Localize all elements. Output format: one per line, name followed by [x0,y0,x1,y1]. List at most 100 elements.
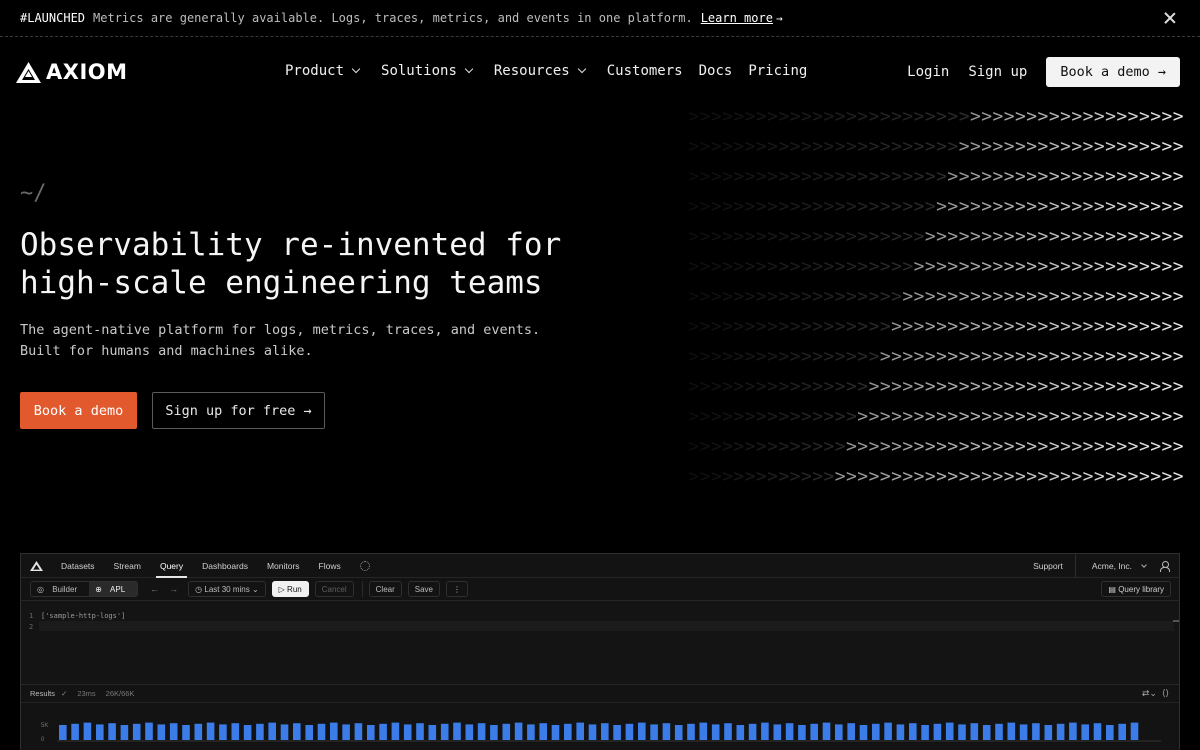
query-toolbar: ◎ Builder ⊕ APL ← → ◷ Last 30 mins ⌄ ▷ R… [21,578,1179,601]
histogram-bar [638,722,646,740]
current-line-highlight [39,621,1174,631]
hero-prompt: ~/ [20,181,47,206]
sign-up-free-button[interactable]: Sign up for free → [152,392,325,429]
nav-item-solutions[interactable]: Solutions [381,63,478,79]
editor-scrollbar[interactable] [1173,620,1179,622]
histogram-bar [995,723,1003,740]
query-editor[interactable]: 1 ['sample-http-logs'] 2 [21,602,1179,684]
app-tab-datasets[interactable]: Datasets [61,554,95,578]
chevron-row: >>>>>>>>>>>>>>>>>>>>>>>>>>>>>>>>>>>>>>>>… [688,196,1184,217]
histogram-bar [736,725,745,740]
hero-subtitle: The agent-native platform for logs, metr… [20,320,540,362]
results-count: 26K/66K [105,689,135,698]
cancel-button[interactable]: Cancel [314,581,354,597]
support-link[interactable]: Support [1033,554,1076,578]
histogram-bar [403,724,412,740]
histogram-bar [748,723,757,740]
apl-mode[interactable]: ⊕ APL [89,582,138,596]
close-icon[interactable] [1162,10,1178,26]
chevron-row: >>>>>>>>>>>>>>>>>>>>>>>>>>>>>>>>>>>>>>>>… [688,406,1184,427]
book-demo-nav-button[interactable]: Book a demo → [1046,57,1180,87]
results-chart: 5K 0 [21,702,1179,750]
histogram-bar [1106,725,1114,740]
app-tab-flows[interactable]: Flows [319,554,341,578]
histogram-bar [416,723,424,740]
builder-mode[interactable]: ◎ Builder [31,582,89,596]
save-button[interactable]: Save [407,581,440,597]
histogram-bar [601,723,609,740]
histogram-bar [71,723,79,740]
histogram-bar [711,724,720,740]
app-tab-monitors[interactable]: Monitors [267,554,300,578]
nav-item-resources[interactable]: Resources [494,63,591,79]
app-tab-dashboards[interactable]: Dashboards [202,554,248,578]
book-demo-button[interactable]: Book a demo [20,392,137,429]
announcement-message: Metrics are generally available. Logs, t… [93,11,693,25]
histogram-bar [539,723,547,740]
back-arrow-icon[interactable]: ← [150,584,159,594]
gear-icon[interactable] [359,560,370,571]
nav-item-docs[interactable]: Docs [699,63,733,79]
user-icon[interactable] [1160,561,1170,572]
query-library-button[interactable]: ▤ Query library [1101,581,1171,597]
login-link[interactable]: Login [907,64,949,80]
signup-link[interactable]: Sign up [968,64,1027,80]
histogram-bar [810,723,818,740]
chevron-row: >>>>>>>>>>>>>>>>>>>>>>>>>>>>>>>>>>>>>>>>… [688,166,1184,187]
histogram-bar [440,723,449,740]
clear-button[interactable]: Clear [368,581,402,597]
histogram-bar [1118,723,1126,740]
histogram-bar [243,725,252,740]
forward-arrow-icon[interactable]: → [169,584,178,594]
histogram-bar [564,723,572,740]
histogram-bar [761,722,769,740]
learn-more-link[interactable]: Learn more [701,11,773,25]
histogram-bar [625,723,634,740]
histogram-bar [909,723,917,740]
histogram-bar [330,722,338,740]
run-label: Run [287,584,302,594]
histogram-bar [354,723,363,740]
histogram-bar [157,724,166,740]
chevron-row: >>>>>>>>>>>>>>>>>>>>>>>>>>>>>>>>>>>>>>>>… [688,256,1184,277]
nav-item-product[interactable]: Product [285,63,365,79]
line-text: ['sample-http-logs'] [41,612,126,620]
histogram-bar [490,725,498,740]
app-tab-query[interactable]: Query [155,554,188,578]
chevron-down-icon [351,64,361,74]
time-range-selector[interactable]: ◷ Last 30 mins ⌄ [188,581,266,597]
chart-ylabel: 5K [41,723,48,729]
histogram-bar [859,725,868,740]
chevron-down-icon [464,64,474,74]
histogram-bar [293,723,301,740]
chevron-row: >>>>>>>>>>>>>>>>>>>>>>>>>>>>>>>>>>>>>>>>… [688,376,1184,397]
chevron-down-icon [1141,561,1147,568]
histogram-bar [391,722,400,740]
main-nav: AXIOM Product Solutions Resources Custom… [0,37,1200,107]
nav-item-pricing[interactable]: Pricing [748,63,807,79]
run-button[interactable]: ▷ Run [271,581,309,597]
product-preview: Datasets Stream Query Dashboards Monitor… [20,553,1180,750]
histogram-bar [872,723,880,740]
more-icon[interactable]: ⋮ [446,581,468,597]
histogram-bar [367,725,375,740]
histogram-bar [194,723,203,740]
swap-icon[interactable]: ⇄⌄ ⟨⟩ [1142,688,1169,699]
histogram-bar [613,725,621,740]
histogram-bar [662,723,671,740]
nav-item-customers[interactable]: Customers [607,63,683,79]
nav-menu: Product Solutions Resources Customers Do… [285,63,823,79]
app-tab-stream[interactable]: Stream [114,554,141,578]
logo-wordmark: AXIOM [46,60,128,84]
nav-item-label: Resources [493,63,570,79]
launch-tag: #LAUNCHED [20,11,86,25]
builder-label: Builder [52,584,78,594]
histogram-bar [305,725,313,740]
histogram-bar [1130,722,1139,740]
app-topbar-right: Support Acme, Inc. [1033,554,1170,578]
histogram-bar [1056,723,1065,740]
org-selector[interactable]: Acme, Inc. [1092,561,1132,571]
axiom-logo[interactable]: AXIOM [16,60,128,84]
chevron-row: >>>>>>>>>>>>>>>>>>>>>>>>>>>>>>>>>>>>>>>>… [688,316,1184,337]
histogram-bar [145,722,153,740]
